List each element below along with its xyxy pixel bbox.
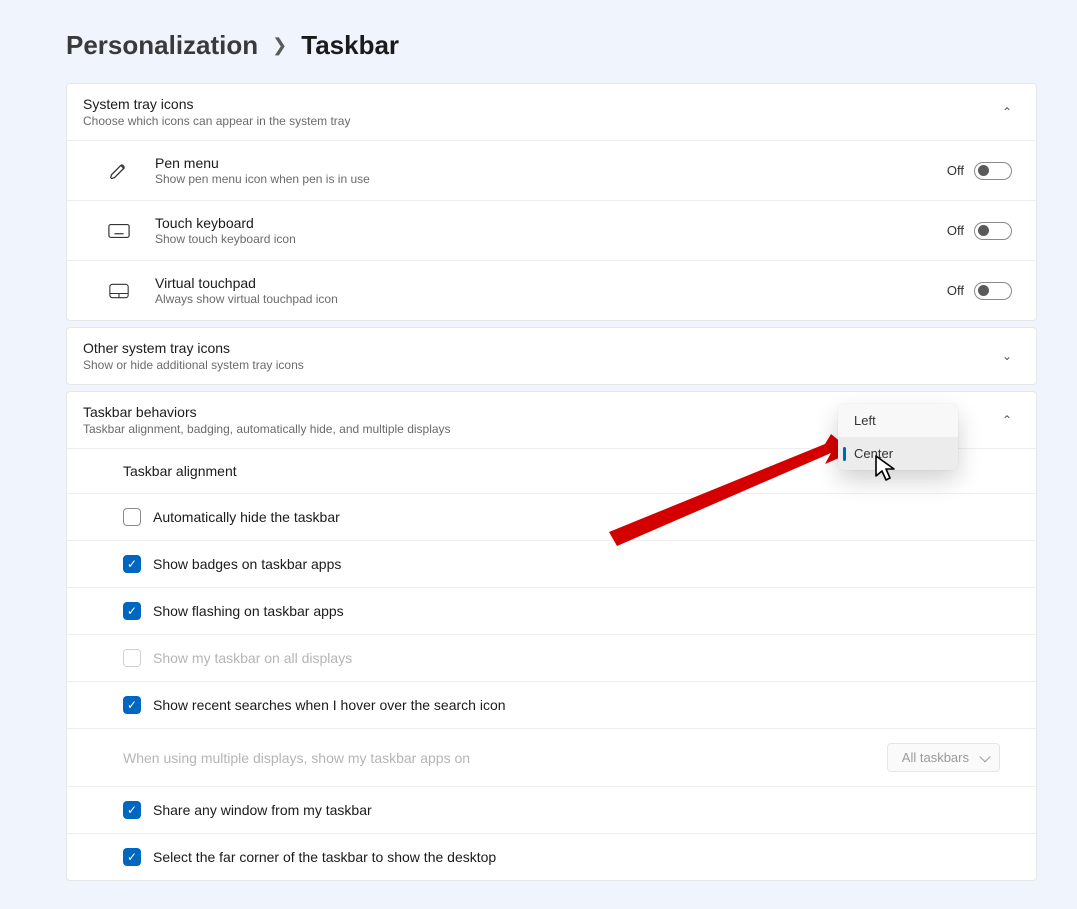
badges-row[interactable]: Show badges on taskbar apps	[67, 540, 1036, 587]
share-window-row[interactable]: Share any window from my taskbar	[67, 786, 1036, 833]
touch-keyboard-toggle[interactable]	[974, 222, 1012, 240]
virtual-touchpad-toggle[interactable]	[974, 282, 1012, 300]
section-subtitle: Choose which icons can appear in the sys…	[83, 114, 350, 128]
tray-item-label: Virtual touchpad	[155, 275, 338, 291]
other-tray-section: Other system tray icons Show or hide add…	[66, 327, 1037, 385]
system-tray-section: System tray icons Choose which icons can…	[66, 83, 1037, 321]
flashing-checkbox[interactable]	[123, 602, 141, 620]
setting-label: Taskbar alignment	[123, 463, 237, 479]
setting-label: Show flashing on taskbar apps	[153, 603, 344, 619]
chevron-up-icon: ⌃	[1002, 413, 1012, 427]
far-corner-row[interactable]: Select the far corner of the taskbar to …	[67, 833, 1036, 880]
tray-item-label: Touch keyboard	[155, 215, 296, 231]
breadcrumb-parent[interactable]: Personalization	[66, 30, 258, 61]
tray-item-touch-keyboard: Touch keyboard Show touch keyboard icon …	[67, 200, 1036, 260]
setting-label: Show badges on taskbar apps	[153, 556, 341, 572]
touchpad-icon	[83, 283, 155, 299]
all-displays-row: Show my taskbar on all displays	[67, 634, 1036, 681]
tray-item-desc: Always show virtual touchpad icon	[155, 292, 338, 306]
recent-search-row[interactable]: Show recent searches when I hover over t…	[67, 681, 1036, 728]
section-subtitle: Taskbar alignment, badging, automaticall…	[83, 422, 451, 436]
share-window-checkbox[interactable]	[123, 801, 141, 819]
pen-icon	[83, 161, 155, 181]
alignment-dropdown[interactable]: Left Center	[838, 404, 958, 470]
breadcrumb-current: Taskbar	[301, 30, 399, 61]
alignment-option-left[interactable]: Left	[838, 404, 958, 437]
alignment-option-center[interactable]: Center	[838, 437, 958, 470]
setting-label: Show recent searches when I hover over t…	[153, 697, 506, 713]
keyboard-icon	[83, 223, 155, 239]
chevron-right-icon: ❯	[272, 35, 287, 56]
setting-label: Automatically hide the taskbar	[153, 509, 340, 525]
toggle-state-text: Off	[947, 163, 964, 178]
toggle-state-text: Off	[947, 283, 964, 298]
setting-label: Show my taskbar on all displays	[153, 650, 352, 666]
section-subtitle: Show or hide additional system tray icon…	[83, 358, 304, 372]
all-displays-checkbox	[123, 649, 141, 667]
chevron-up-icon: ⌃	[1002, 105, 1012, 119]
tray-item-desc: Show touch keyboard icon	[155, 232, 296, 246]
recent-search-checkbox[interactable]	[123, 696, 141, 714]
breadcrumb: Personalization ❯ Taskbar	[66, 30, 1037, 61]
tray-item-virtual-touchpad: Virtual touchpad Always show virtual tou…	[67, 260, 1036, 320]
flashing-row[interactable]: Show flashing on taskbar apps	[67, 587, 1036, 634]
toggle-state-text: Off	[947, 223, 964, 238]
setting-label: Select the far corner of the taskbar to …	[153, 849, 496, 865]
chevron-down-icon: ⌄	[1002, 349, 1012, 363]
tray-item-label: Pen menu	[155, 155, 370, 171]
section-title: Other system tray icons	[83, 340, 304, 356]
multi-displays-select: All taskbars	[887, 743, 1000, 772]
tray-item-desc: Show pen menu icon when pen is in use	[155, 172, 370, 186]
other-tray-header[interactable]: Other system tray icons Show or hide add…	[67, 328, 1036, 384]
far-corner-checkbox[interactable]	[123, 848, 141, 866]
system-tray-header[interactable]: System tray icons Choose which icons can…	[67, 84, 1036, 140]
setting-label: When using multiple displays, show my ta…	[123, 750, 470, 766]
auto-hide-row[interactable]: Automatically hide the taskbar	[67, 493, 1036, 540]
section-title: Taskbar behaviors	[83, 404, 451, 420]
setting-label: Share any window from my taskbar	[153, 802, 372, 818]
auto-hide-checkbox[interactable]	[123, 508, 141, 526]
multi-displays-row: When using multiple displays, show my ta…	[67, 728, 1036, 786]
tray-item-pen-menu: Pen menu Show pen menu icon when pen is …	[67, 140, 1036, 200]
pen-menu-toggle[interactable]	[974, 162, 1012, 180]
section-title: System tray icons	[83, 96, 350, 112]
badges-checkbox[interactable]	[123, 555, 141, 573]
